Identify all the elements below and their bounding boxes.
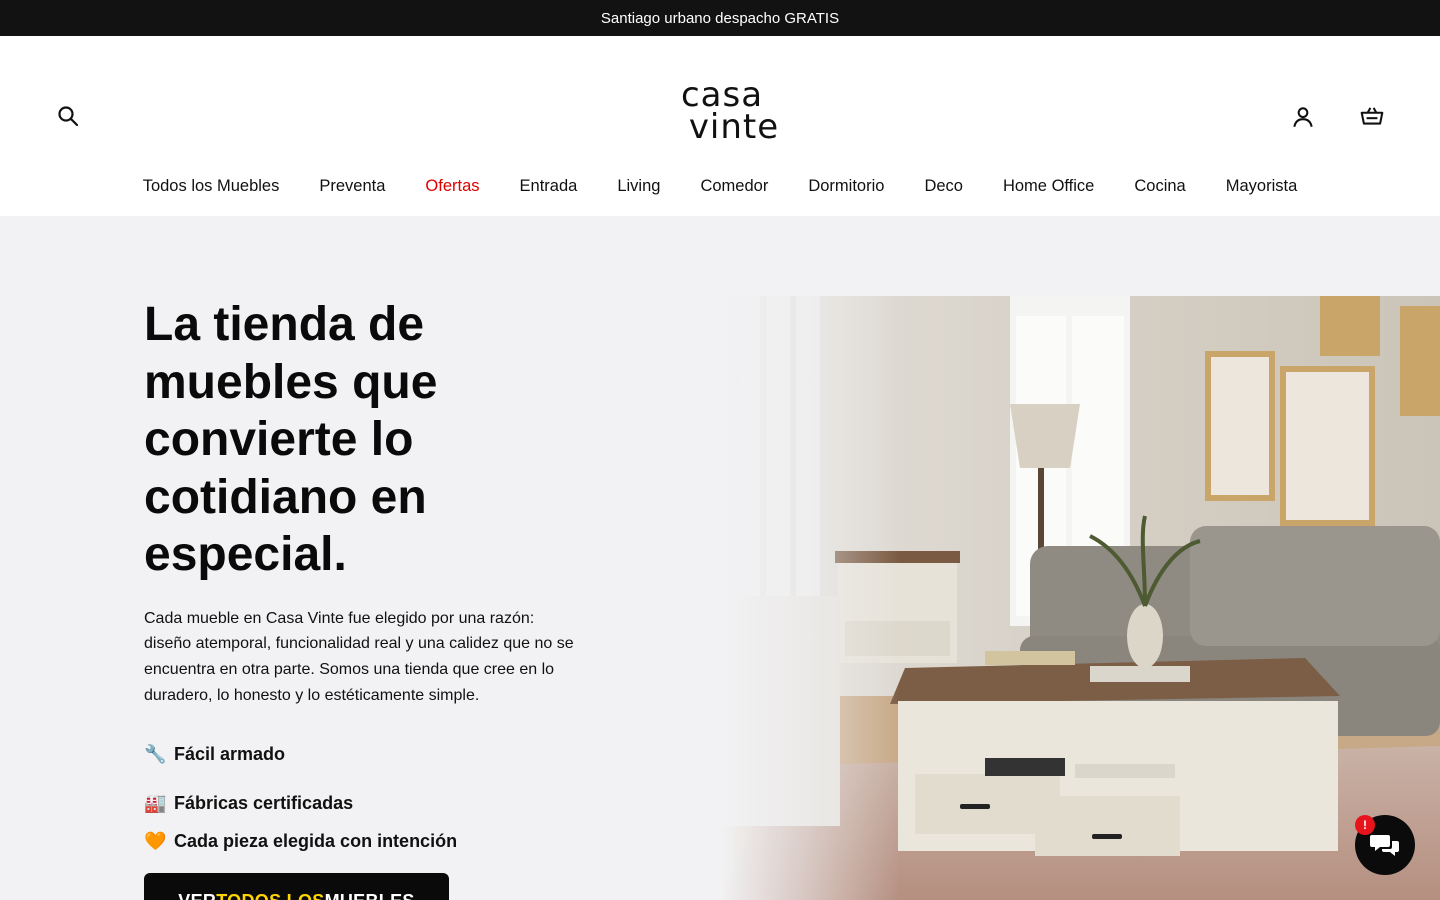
basket-icon[interactable] bbox=[1359, 103, 1385, 129]
hero-title: La tienda de muebles que convierte lo co… bbox=[144, 298, 438, 581]
nav-item-preventa[interactable]: Preventa bbox=[299, 174, 405, 198]
feature-easy-assembly: 🔧 Fácil armado bbox=[144, 743, 604, 767]
nav-item-entrada[interactable]: Entrada bbox=[500, 174, 598, 198]
feature-chosen-with-intention: 🧡 Cada pieza elegida con intención bbox=[144, 830, 604, 854]
factory-icon: 🏭 bbox=[144, 793, 167, 814]
wrench-icon: 🔧 bbox=[144, 744, 167, 765]
cta-text-start: VER bbox=[178, 891, 216, 900]
nav-item-home-office[interactable]: Home Office bbox=[983, 174, 1114, 198]
feature-certified-factories: 🏭 Fábricas certificadas bbox=[144, 792, 604, 816]
living-room-photo bbox=[720, 296, 1440, 900]
site-header: casa vinte Todos los Muebles Preventa Of… bbox=[0, 36, 1440, 216]
orange-heart-icon: 🧡 bbox=[144, 831, 167, 852]
feature-label: Fábricas certificadas bbox=[174, 793, 354, 814]
nav-item-dormitorio[interactable]: Dormitorio bbox=[788, 174, 904, 198]
nav-item-todos-los-muebles[interactable]: Todos los Muebles bbox=[123, 174, 300, 198]
chat-notification-badge: ! bbox=[1355, 815, 1375, 835]
view-all-furniture-button[interactable]: VER TODOS LOS MUEBLES bbox=[144, 873, 449, 900]
feature-label: Cada pieza elegida con intención bbox=[174, 831, 458, 852]
cta-text-end: MUEBLES bbox=[325, 891, 415, 900]
chat-bubbles-icon bbox=[1370, 835, 1399, 856]
nav-item-cocina[interactable]: Cocina bbox=[1114, 174, 1205, 198]
nav-item-deco[interactable]: Deco bbox=[904, 174, 983, 198]
hero-text-block: La tienda de muebles que convierte lo co… bbox=[144, 296, 604, 854]
hero-section: La tienda de muebles que convierte lo co… bbox=[0, 216, 1440, 900]
nav-item-living[interactable]: Living bbox=[597, 174, 680, 198]
living-room-illustration bbox=[720, 296, 1440, 900]
announcement-bar: Santiago urbano despacho GRATIS bbox=[0, 0, 1440, 36]
main-navigation: Todos los Muebles Preventa Ofertas Entra… bbox=[0, 174, 1440, 198]
nav-item-mayorista[interactable]: Mayorista bbox=[1206, 174, 1318, 198]
cta-text-highlight: TODOS LOS bbox=[216, 891, 324, 900]
logo-line-2: vinte bbox=[688, 107, 780, 147]
logo-line-1: casa bbox=[680, 75, 764, 115]
nav-item-comedor[interactable]: Comedor bbox=[680, 174, 788, 198]
site-logo[interactable]: casa vinte bbox=[664, 75, 780, 150]
search-icon[interactable] bbox=[56, 104, 80, 128]
hero-description: Cada mueble en Casa Vinte fue elegido po… bbox=[144, 609, 574, 704]
nav-item-ofertas[interactable]: Ofertas bbox=[405, 174, 499, 198]
user-icon[interactable] bbox=[1290, 104, 1316, 130]
feature-label: Fácil armado bbox=[174, 744, 286, 765]
announcement-text: Santiago urbano despacho GRATIS bbox=[600, 9, 840, 27]
